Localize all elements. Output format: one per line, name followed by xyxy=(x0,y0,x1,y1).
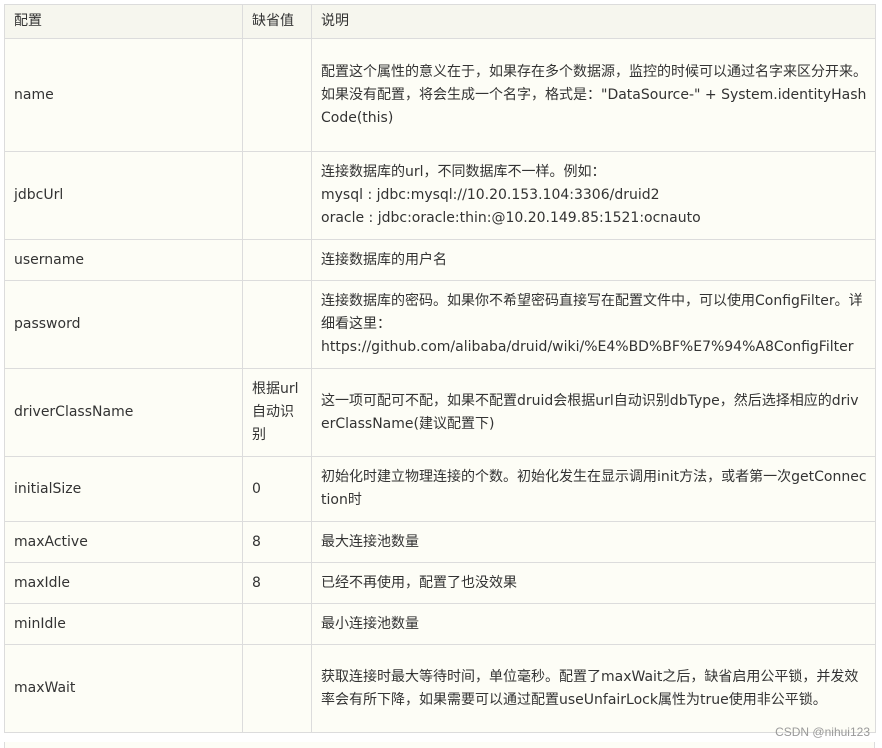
table-row: driverClassName 根据url自动识别 这一项可配可不配，如果不配置… xyxy=(4,368,876,457)
desc-line: 连接数据库的用户名 xyxy=(321,251,447,268)
cell-config-name: maxActive xyxy=(4,521,243,563)
cell-default: 8 xyxy=(242,562,312,604)
table-continuation xyxy=(4,742,875,748)
cell-config-name: maxIdle xyxy=(4,562,243,604)
cell-config-name: driverClassName xyxy=(4,368,243,457)
desc-line: 最小连接池数量 xyxy=(321,615,419,632)
druid-config-table: 配置 缺省值 说明 name 配置这个属性的意义在于，如果存在多个数据源，监控的… xyxy=(4,4,876,733)
cell-description: 已经不再使用，配置了也没效果 xyxy=(311,562,876,604)
cell-config-name: username xyxy=(4,239,243,281)
cell-config-name: name xyxy=(4,38,243,152)
cell-description: 最小连接池数量 xyxy=(311,603,876,645)
cell-description: 连接数据库的用户名 xyxy=(311,239,876,281)
desc-link[interactable]: https://github.com/alibaba/druid/wiki/%E… xyxy=(321,336,867,359)
table-row: name 配置这个属性的意义在于，如果存在多个数据源，监控的时候可以通过名字来区… xyxy=(4,38,876,152)
cell-config-name: password xyxy=(4,280,243,369)
cell-description: 获取连接时最大等待时间，单位毫秒。配置了maxWait之后，缺省启用公平锁，并发… xyxy=(311,644,876,733)
header-default: 缺省值 xyxy=(242,4,312,39)
desc-line: mysql : jdbc:mysql://10.20.153.104:3306/… xyxy=(321,187,660,203)
cell-default: 0 xyxy=(242,456,312,522)
cell-config-name: maxWait xyxy=(4,644,243,733)
cell-default: 8 xyxy=(242,521,312,563)
cell-description: 连接数据库的密码。如果你不希望密码直接写在配置文件中，可以使用ConfigFil… xyxy=(311,280,876,369)
table-row: maxActive 8 最大连接池数量 xyxy=(4,521,876,563)
cell-default: 根据url自动识别 xyxy=(242,368,312,457)
cell-config-name: initialSize xyxy=(4,456,243,522)
desc-line: 如果没有配置，将会生成一个名字，格式是："DataSource-" + Syst… xyxy=(321,86,867,126)
cell-description: 连接数据库的url，不同数据库不一样。例如： mysql : jdbc:mysq… xyxy=(311,151,876,240)
desc-line: 连接数据库的url，不同数据库不一样。例如： xyxy=(321,164,606,180)
desc-line: 配置这个属性的意义在于，如果存在多个数据源，监控的时候可以通过名字来区分开来。 xyxy=(321,63,867,80)
cell-default xyxy=(242,280,312,369)
cell-description: 这一项可配可不配，如果不配置druid会根据url自动识别dbType，然后选择… xyxy=(311,368,876,457)
cell-description: 初始化时建立物理连接的个数。初始化发生在显示调用init方法，或者第一次getC… xyxy=(311,456,876,522)
cell-default xyxy=(242,151,312,240)
cell-config-name: minIdle xyxy=(4,603,243,645)
config-table-container: 配置 缺省值 说明 name 配置这个属性的意义在于，如果存在多个数据源，监控的… xyxy=(4,4,876,733)
cell-config-name: jdbcUrl xyxy=(4,151,243,240)
desc-line: 连接数据库的密码。如果你不希望密码直接写在配置文件中，可以使用ConfigFil… xyxy=(321,293,863,332)
header-description: 说明 xyxy=(311,4,876,39)
table-row: username 连接数据库的用户名 xyxy=(4,239,876,281)
csdn-watermark: CSDN @nihui123 xyxy=(775,725,870,739)
cell-default xyxy=(242,38,312,152)
table-row: minIdle 最小连接池数量 xyxy=(4,603,876,645)
cell-description: 配置这个属性的意义在于，如果存在多个数据源，监控的时候可以通过名字来区分开来。 … xyxy=(311,38,876,152)
desc-line: 这一项可配可不配，如果不配置druid会根据url自动识别dbType，然后选择… xyxy=(321,392,859,432)
table-row: maxWait 获取连接时最大等待时间，单位毫秒。配置了maxWait之后，缺省… xyxy=(4,644,876,733)
desc-line: 已经不再使用，配置了也没效果 xyxy=(321,574,517,591)
cell-default xyxy=(242,239,312,281)
table-row: maxIdle 8 已经不再使用，配置了也没效果 xyxy=(4,562,876,604)
desc-line: 最大连接池数量 xyxy=(321,533,419,550)
table-row: password 连接数据库的密码。如果你不希望密码直接写在配置文件中，可以使用… xyxy=(4,280,876,369)
desc-line: oracle : jdbc:oracle:thin:@10.20.149.85:… xyxy=(321,210,701,226)
header-config: 配置 xyxy=(4,4,243,39)
cell-description: 最大连接池数量 xyxy=(311,521,876,563)
desc-line: 获取连接时最大等待时间，单位毫秒。配置了maxWait之后，缺省启用公平锁，并发… xyxy=(321,668,859,708)
desc-line: 初始化时建立物理连接的个数。初始化发生在显示调用init方法，或者第一次getC… xyxy=(321,469,867,508)
cell-default xyxy=(242,644,312,733)
cell-default xyxy=(242,603,312,645)
table-row: initialSize 0 初始化时建立物理连接的个数。初始化发生在显示调用in… xyxy=(4,456,876,522)
table-header-row: 配置 缺省值 说明 xyxy=(4,4,876,39)
table-row: jdbcUrl 连接数据库的url，不同数据库不一样。例如： mysql : j… xyxy=(4,151,876,240)
